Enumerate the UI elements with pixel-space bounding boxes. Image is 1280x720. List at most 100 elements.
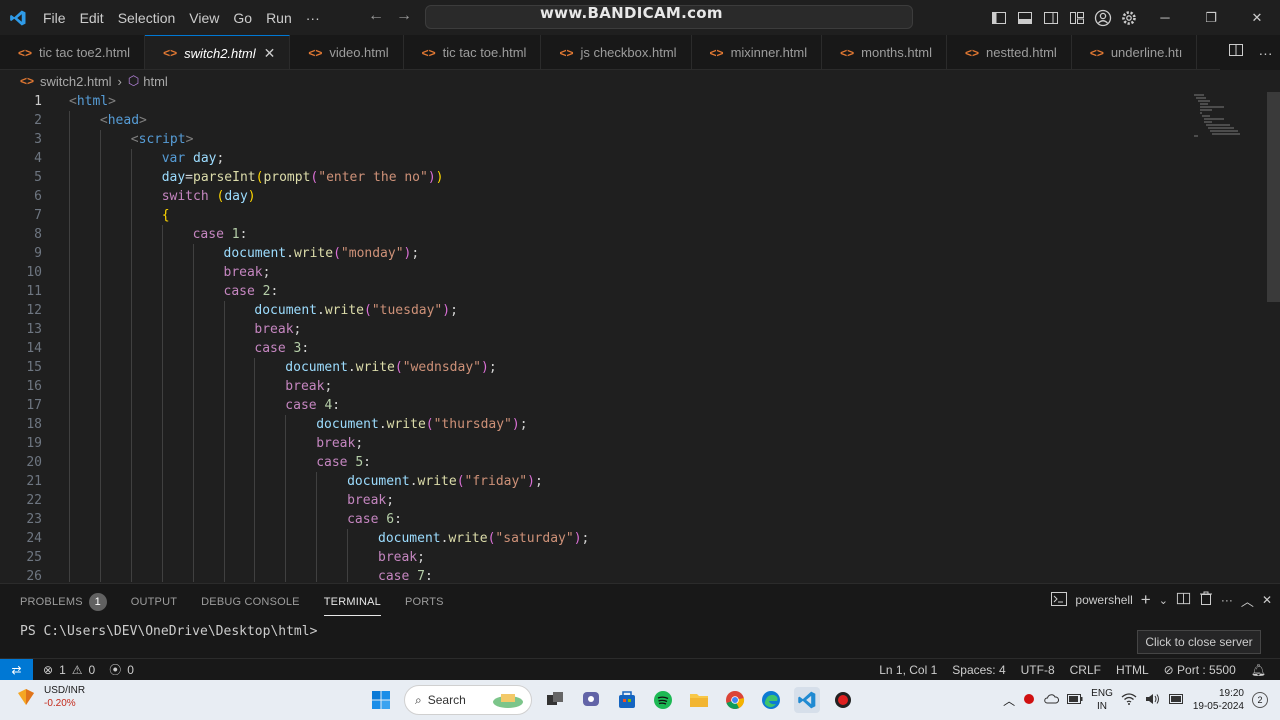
toggle-panel-icon[interactable] <box>1012 0 1038 35</box>
menu-more[interactable]: ··· <box>299 10 327 26</box>
volume-icon[interactable] <box>1145 693 1161 708</box>
split-editor-icon[interactable] <box>1228 42 1244 63</box>
menu-go[interactable]: Go <box>226 10 259 26</box>
indentation[interactable]: Spaces: 4 <box>952 663 1005 677</box>
code-line[interactable]: 25 break; <box>0 548 1190 567</box>
forward-arrow-icon[interactable]: → <box>396 7 412 25</box>
maximize-panel-icon[interactable]: ︿ <box>1241 591 1254 610</box>
toggle-primary-sidebar-icon[interactable] <box>986 0 1012 35</box>
back-arrow-icon[interactable]: ← <box>368 7 384 25</box>
recording-indicator-icon[interactable] <box>1023 693 1035 708</box>
menu-selection[interactable]: Selection <box>111 10 183 26</box>
task-view-icon[interactable] <box>542 687 568 713</box>
code-line[interactable]: 6 switch (day) <box>0 187 1190 206</box>
encoding[interactable]: UTF-8 <box>1021 663 1055 677</box>
breadcrumb-symbol[interactable]: html <box>143 74 168 89</box>
warning-icon[interactable]: ⚠ <box>72 663 83 677</box>
settings-gear-icon[interactable] <box>1116 0 1142 35</box>
terminal-prompt[interactable]: PS C:\Users\DEV\OneDrive\Desktop\html> <box>20 624 317 639</box>
trash-icon[interactable] <box>1199 591 1213 609</box>
file-explorer-icon[interactable] <box>686 687 712 713</box>
account-icon[interactable] <box>1090 0 1116 35</box>
tab-tic-tac-toe2[interactable]: <> tic tac toe2.html <box>0 35 146 69</box>
widget-stocks[interactable]: USD/INR -0.20% <box>16 684 85 710</box>
vertical-scrollbar[interactable] <box>1267 92 1280 302</box>
cursor-position[interactable]: Ln 1, Col 1 <box>879 663 937 677</box>
notifications-bell-icon[interactable]: 🔔︎ <box>1251 663 1266 677</box>
broadcast-icon[interactable]: ⦿ <box>109 661 121 678</box>
chevron-down-icon[interactable]: ⌄ <box>1159 594 1168 607</box>
code-line[interactable]: 12 document.write("tuesday"); <box>0 301 1190 320</box>
cloud-icon[interactable] <box>1043 693 1060 708</box>
close-window-button[interactable]: ✕ <box>1234 0 1280 35</box>
code-line[interactable]: 13 break; <box>0 320 1190 339</box>
code-editor[interactable]: 1 <html> 2 <head> 3 <script> 4 var day; 5 day=par… <box>0 92 1280 582</box>
code-line[interactable]: 22 break; <box>0 491 1190 510</box>
vscode-logo-icon[interactable] <box>0 0 36 35</box>
code-line[interactable]: 17 case 4: <box>0 396 1190 415</box>
breadcrumb-file[interactable]: switch2.html <box>40 74 112 89</box>
menu-view[interactable]: View <box>182 10 226 26</box>
spotify-icon[interactable] <box>650 687 676 713</box>
more-actions-icon[interactable]: ··· <box>1259 45 1273 61</box>
live-server-port[interactable]: ⊘ Port : 5500 <box>1164 663 1236 677</box>
tab-debug-console[interactable]: DEBUG CONSOLE <box>201 596 300 608</box>
more-actions-icon[interactable]: ··· <box>1221 593 1233 607</box>
vscode-taskbar-icon[interactable] <box>794 687 820 713</box>
menu-file[interactable]: File <box>36 10 73 26</box>
menu-run[interactable]: Run <box>259 10 299 26</box>
toggle-secondary-sidebar-icon[interactable] <box>1038 0 1064 35</box>
line-ending[interactable]: CRLF <box>1070 663 1101 677</box>
tab-ports[interactable]: PORTS <box>405 596 444 608</box>
code-line[interactable]: 23 case 6: <box>0 510 1190 529</box>
bandicam-record-icon[interactable] <box>830 687 856 713</box>
code-line[interactable]: 14 case 3: <box>0 339 1190 358</box>
code-line[interactable]: 16 break; <box>0 377 1190 396</box>
battery-status-icon[interactable] <box>1168 693 1185 707</box>
tab-video[interactable]: <> video.html <box>290 35 404 69</box>
clock[interactable]: 19:20 19-05-2024 <box>1193 687 1244 713</box>
code-line[interactable]: 5 day=parseInt(prompt("enter the no")) <box>0 168 1190 187</box>
code-line[interactable]: 8 case 1: <box>0 225 1190 244</box>
code-line[interactable]: 4 var day; <box>0 149 1190 168</box>
notification-count-badge[interactable]: 2 <box>1252 692 1268 708</box>
tab-tic-tac-toe[interactable]: <> tic tac toe.html <box>403 35 542 69</box>
restore-button[interactable]: ❐ <box>1188 0 1234 35</box>
edge-icon[interactable] <box>758 687 784 713</box>
code-line[interactable]: 7{ <box>0 206 1190 225</box>
code-line[interactable]: 20 case 5: <box>0 453 1190 472</box>
wifi-icon[interactable] <box>1121 692 1137 708</box>
terminal-shell-name[interactable]: powershell <box>1075 593 1132 607</box>
tab-js-checkbox[interactable]: <> js checkbox.html <box>541 35 692 69</box>
code-line[interactable]: 24 document.write("saturday"); <box>0 529 1190 548</box>
tab-underline[interactable]: <> underline.htı <box>1071 35 1198 69</box>
code-line[interactable]: 19 break; <box>0 434 1190 453</box>
code-line[interactable]: 10 break; <box>0 263 1190 282</box>
code-line[interactable]: 11 case 2: <box>0 282 1190 301</box>
code-line[interactable]: 18 document.write("thursday"); <box>0 415 1190 434</box>
code-line[interactable]: 2 <head> <box>0 111 1190 130</box>
remote-window-icon[interactable]: ⇄ <box>0 658 33 681</box>
tab-mixinner[interactable]: <> mixinner.html <box>691 35 823 69</box>
tab-months[interactable]: <> months.html <box>822 35 947 69</box>
chrome-icon[interactable] <box>722 687 748 713</box>
close-panel-icon[interactable]: ✕ <box>1262 593 1272 607</box>
close-tab-icon[interactable]: ✕ <box>264 45 276 62</box>
language-indicator[interactable]: ENG IN <box>1091 687 1113 713</box>
taskbar-search[interactable]: ⌕ Search <box>404 685 532 715</box>
new-terminal-plus-icon[interactable]: + <box>1141 590 1151 610</box>
code-line[interactable]: 15 document.write("wednsday"); <box>0 358 1190 377</box>
tab-problems[interactable]: PROBLEMS 1 <box>20 593 107 611</box>
customize-layout-icon[interactable] <box>1064 0 1090 35</box>
split-terminal-icon[interactable] <box>1176 591 1191 609</box>
windows-start-icon[interactable] <box>368 687 394 713</box>
tab-nestted[interactable]: <> nestted.html <box>946 35 1072 69</box>
code-line[interactable]: 1 <html> <box>0 92 1190 111</box>
store-icon[interactable] <box>614 687 640 713</box>
tab-switch2[interactable]: <> switch2.html ✕ <box>145 35 291 69</box>
code-line[interactable]: 3 <script> <box>0 130 1190 149</box>
code-line[interactable]: 9 document.write("monday"); <box>0 244 1190 263</box>
battery-icon[interactable] <box>1067 693 1083 707</box>
error-icon[interactable]: ⊗ <box>43 663 53 677</box>
minimap[interactable] <box>1190 92 1266 582</box>
